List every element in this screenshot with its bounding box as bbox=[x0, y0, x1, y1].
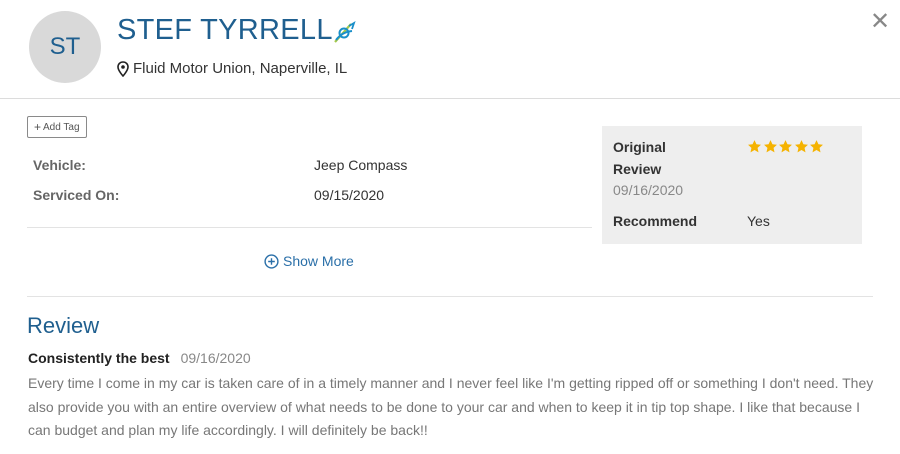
serviced-on-value: 09/15/2020 bbox=[314, 187, 385, 203]
original-review-date: 09/16/2020 bbox=[613, 182, 684, 198]
details-divider bbox=[27, 227, 592, 228]
add-tag-label: Add Tag bbox=[43, 121, 80, 133]
location-text: Fluid Motor Union, Naperville, IL bbox=[133, 60, 348, 77]
show-more-link[interactable]: Show More bbox=[264, 253, 354, 269]
serviced-on-label: Serviced On: bbox=[33, 187, 120, 203]
verified-badge-icon bbox=[334, 20, 356, 43]
original-review-summary: Original Review 09/16/2020 Recommend Yes bbox=[602, 126, 862, 244]
add-tag-button[interactable]: + Add Tag bbox=[27, 116, 87, 138]
reviewer-header: ST STEF TYRRELL Fluid Motor Union, Naper… bbox=[0, 0, 900, 99]
review-body: Every time I come in my car is taken car… bbox=[28, 375, 874, 438]
star-rating bbox=[747, 139, 825, 154]
star-icon bbox=[779, 140, 792, 153]
section-divider bbox=[27, 296, 873, 297]
plus-icon: + bbox=[34, 120, 42, 134]
review-date: 09/16/2020 bbox=[180, 350, 251, 366]
reviewer-location: Fluid Motor Union, Naperville, IL bbox=[117, 60, 347, 77]
recommend-label: Recommend bbox=[613, 213, 698, 229]
vehicle-label: Vehicle: bbox=[33, 157, 86, 173]
reviewer-name: STEF TYRRELL bbox=[117, 14, 333, 46]
review-heading: Consistently the best 09/16/2020 bbox=[28, 350, 251, 366]
map-pin-icon bbox=[117, 60, 129, 77]
original-review-label: Original Review bbox=[613, 139, 666, 177]
star-icon bbox=[748, 140, 761, 153]
avatar: ST bbox=[29, 11, 101, 83]
star-icon bbox=[763, 140, 777, 153]
star-icon bbox=[810, 140, 823, 153]
review-section-title: Review bbox=[27, 313, 100, 338]
show-more-label: Show More bbox=[283, 253, 354, 269]
plus-circle-icon bbox=[264, 253, 279, 269]
recommend-value: Yes bbox=[747, 213, 770, 229]
star-icon bbox=[794, 140, 808, 153]
review-title: Consistently the best bbox=[28, 350, 170, 366]
vehicle-value: Jeep Compass bbox=[314, 157, 408, 173]
close-icon[interactable]: ✕ bbox=[870, 10, 890, 34]
